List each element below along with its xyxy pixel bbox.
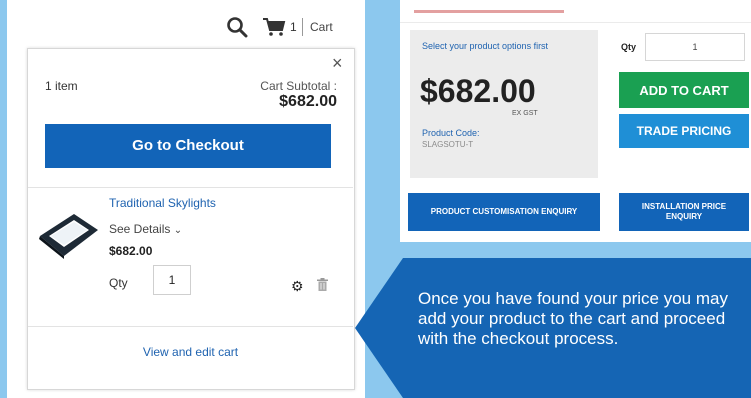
product-price: $682.00 [420, 73, 536, 109]
chevron-down-icon: ⌄ [173, 225, 183, 236]
callout-text: Once you have found your price you may a… [418, 289, 728, 348]
qty-input[interactable] [153, 265, 191, 295]
see-details-toggle[interactable]: See Details ⌄ [109, 222, 182, 236]
trash-icon[interactable] [317, 278, 328, 291]
see-details-label: See Details [109, 222, 171, 236]
select-options-prompt: Select your product options first [422, 41, 549, 51]
divider [28, 326, 353, 327]
subtotal-value: $682.00 [279, 93, 337, 110]
view-and-edit-cart-link[interactable]: View and edit cart [28, 345, 353, 359]
qty-label: Qty [621, 42, 637, 52]
product-name-link[interactable]: Traditional Skylights [109, 196, 216, 210]
item-price: $682.00 [109, 244, 153, 258]
product-thumbnail[interactable] [36, 200, 100, 264]
go-to-checkout-button[interactable]: Go to Checkout [45, 124, 331, 168]
divider [28, 187, 353, 188]
product-code-label: Product Code: [422, 128, 480, 138]
add-to-cart-button[interactable]: ADD TO CART [619, 72, 749, 108]
trade-pricing-button[interactable]: TRADE PRICING [619, 114, 749, 148]
gear-icon[interactable]: ⚙ [291, 278, 304, 295]
cart-count: 1 [290, 20, 297, 34]
search-icon[interactable] [226, 16, 248, 38]
ex-gst-label: EX GST [512, 110, 538, 117]
cart-icon[interactable] [262, 17, 286, 37]
qty-input[interactable] [645, 33, 745, 61]
item-count: 1 item [45, 79, 78, 93]
cart-link[interactable]: Cart [310, 20, 333, 34]
close-icon[interactable]: × [332, 54, 343, 72]
product-customisation-enquiry-button[interactable]: PRODUCT CUSTOMISATION ENQUIRY [408, 193, 600, 231]
divider [400, 22, 751, 23]
illegible-note-text [414, 10, 564, 13]
cart-separator [302, 18, 303, 36]
product-note [414, 10, 564, 13]
qty-label: Qty [109, 276, 128, 290]
subtotal-label: Cart Subtotal : [260, 79, 337, 93]
installation-price-enquiry-button[interactable]: INSTALLATION PRICE ENQUIRY [619, 193, 749, 231]
product-code-value: SLAGSOTU-T [422, 140, 474, 149]
